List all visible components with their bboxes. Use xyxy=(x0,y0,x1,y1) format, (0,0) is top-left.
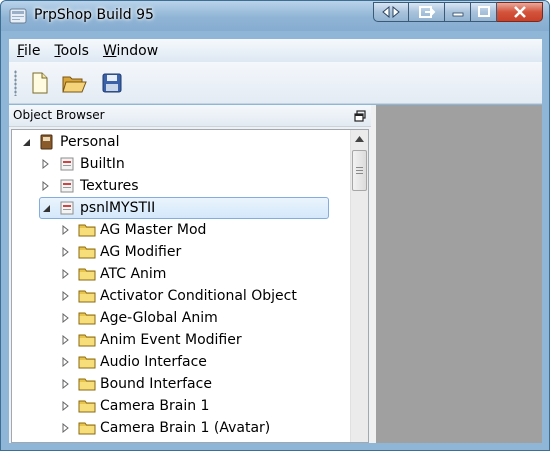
collapsed-arrow-icon[interactable] xyxy=(60,246,72,258)
tree-item[interactable]: BuiltIn xyxy=(40,153,125,175)
dock-title: Object Browser xyxy=(13,108,105,122)
folder-icon xyxy=(78,419,96,437)
tree-item-label: Age-Global Anim xyxy=(100,310,218,326)
tree-item[interactable]: Audio Interface xyxy=(60,351,207,373)
menu-tools-label: ools xyxy=(60,42,89,59)
expanded-arrow-icon[interactable] xyxy=(20,136,32,148)
content-area: Object Browser Personal BuiltIn Textures ps… xyxy=(9,105,542,443)
tree-item[interactable]: ATC Anim xyxy=(60,263,166,285)
tree-item-label: Camera Brain 1 (Avatar) xyxy=(100,420,271,436)
scroll-thumb[interactable] xyxy=(352,150,367,191)
folder-icon xyxy=(78,397,96,415)
folder-icon xyxy=(78,221,96,239)
collapsed-arrow-icon[interactable] xyxy=(40,158,52,170)
tree-item[interactable]: Activator Conditional Object xyxy=(60,285,297,307)
tree-item[interactable]: Camera Brain 1 (Avatar) xyxy=(60,417,270,439)
tree-item-label: Anim Event Modifier xyxy=(100,332,242,348)
restore-panel-button[interactable] xyxy=(409,2,445,22)
minimize-button[interactable] xyxy=(445,2,471,22)
menu-file[interactable]: File xyxy=(9,43,46,59)
tree-item-label: Bound Interface xyxy=(100,376,212,392)
menu-window-label: indow xyxy=(116,42,159,59)
caption-buttons xyxy=(373,2,543,22)
title-bar[interactable]: PrpShop Build 95 xyxy=(1,1,549,31)
window-title: PrpShop Build 95 xyxy=(34,7,154,23)
folder-icon xyxy=(78,353,96,371)
tree-item-label: ATC Anim xyxy=(100,266,167,282)
menu-window[interactable]: Window xyxy=(95,43,164,59)
toolbar xyxy=(9,62,542,104)
save-button[interactable] xyxy=(99,70,125,96)
tree-item-label: AG Modifier xyxy=(100,244,182,260)
tree-item[interactable]: Bound Interface xyxy=(60,373,212,395)
folder-icon xyxy=(78,287,96,305)
close-button[interactable] xyxy=(497,2,543,22)
tree-item-label: psnlMYSTII xyxy=(80,200,156,216)
folder-icon xyxy=(78,375,96,393)
dock-title-bar[interactable]: Object Browser xyxy=(9,105,371,127)
tree-item[interactable]: Anim Event Modifier xyxy=(60,329,242,351)
maximize-icon xyxy=(477,6,490,17)
book-icon xyxy=(38,133,56,151)
minimize-icon xyxy=(452,12,463,17)
tree-item-label: Textures xyxy=(80,178,139,194)
app-icon xyxy=(9,8,27,24)
vertical-scrollbar[interactable] xyxy=(350,130,368,442)
tree-item[interactable]: AG Master Mod xyxy=(60,219,206,241)
page-icon xyxy=(58,177,76,195)
tree-item-label: Personal xyxy=(60,134,120,150)
new-file-icon xyxy=(32,72,48,94)
collapsed-arrow-icon[interactable] xyxy=(60,378,72,390)
window-switch-icon xyxy=(418,6,435,18)
back-forward-button[interactable] xyxy=(373,2,409,22)
object-browser-dock: Object Browser Personal BuiltIn Textures ps… xyxy=(9,105,371,443)
tree-item-label: BuiltIn xyxy=(80,156,125,172)
collapsed-arrow-icon[interactable] xyxy=(60,290,72,302)
folder-icon xyxy=(78,243,96,261)
menu-window-mnemonic: W xyxy=(102,42,117,59)
float-dock-icon[interactable] xyxy=(353,109,367,123)
menu-file-mnemonic: F xyxy=(17,42,25,59)
maximize-button[interactable] xyxy=(471,2,497,22)
tree-item[interactable]: AG Modifier xyxy=(60,241,181,263)
collapsed-arrow-icon[interactable] xyxy=(60,422,72,434)
collapsed-arrow-icon[interactable] xyxy=(60,312,72,324)
tree-item[interactable]: Camera Brain 1 xyxy=(60,395,209,417)
tree-item[interactable]: Textures xyxy=(40,175,139,197)
tree-item-label: AG Master Mod xyxy=(100,222,207,238)
new-button[interactable] xyxy=(27,70,53,96)
tree-item-label: Camera Brain 1 xyxy=(100,398,210,414)
tree-item-label: Audio Interface xyxy=(100,354,207,370)
open-button[interactable] xyxy=(61,70,87,96)
folder-icon xyxy=(78,331,96,349)
expanded-arrow-icon[interactable] xyxy=(40,202,52,214)
scroll-up-button[interactable] xyxy=(351,130,368,147)
collapsed-arrow-icon[interactable] xyxy=(60,400,72,412)
collapsed-arrow-icon[interactable] xyxy=(60,334,72,346)
page-icon xyxy=(58,155,76,173)
mdi-workspace xyxy=(376,105,542,443)
tree-item[interactable]: psnlMYSTII xyxy=(39,197,329,219)
menu-bar: File Tools Window xyxy=(9,39,542,62)
close-icon xyxy=(513,6,526,18)
tree-item[interactable]: Age-Global Anim xyxy=(60,307,218,329)
save-disk-icon xyxy=(102,73,122,93)
tree-item[interactable]: Personal xyxy=(20,131,120,153)
page-icon xyxy=(58,199,76,217)
menu-tools[interactable]: Tools xyxy=(46,43,95,59)
main-window: PrpShop Build 95 File Tools Window Objec… xyxy=(0,0,550,451)
open-folder-icon xyxy=(62,76,87,93)
arrows-icon xyxy=(382,6,400,18)
tree-item-label: Activator Conditional Object xyxy=(100,288,297,304)
folder-icon xyxy=(78,309,96,327)
menu-file-label: ile xyxy=(24,42,41,59)
object-tree[interactable]: Personal BuiltIn Textures psnlMYSTII AG Mast… xyxy=(11,129,369,443)
collapsed-arrow-icon[interactable] xyxy=(60,224,72,236)
collapsed-arrow-icon[interactable] xyxy=(40,180,52,192)
collapsed-arrow-icon[interactable] xyxy=(60,268,72,280)
collapsed-arrow-icon[interactable] xyxy=(60,356,72,368)
toolbar-grip[interactable] xyxy=(14,70,17,96)
folder-icon xyxy=(78,265,96,283)
scroll-up-icon xyxy=(355,135,364,142)
